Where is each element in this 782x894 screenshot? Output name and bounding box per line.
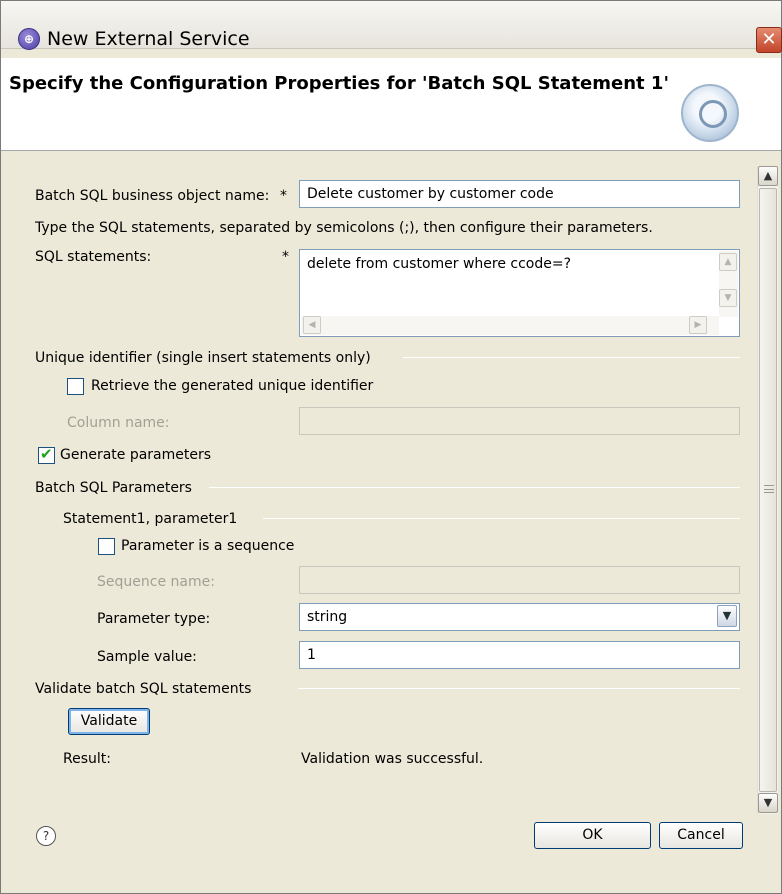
wizard-banner: Specify the Configuration Properties for…	[1, 58, 781, 151]
scroll-left-arrow-icon[interactable]: ◀	[303, 316, 321, 334]
generate-parameters-label: Generate parameters	[60, 447, 212, 463]
column-name-field[interactable]	[299, 407, 740, 435]
parameter-sequence-checkbox[interactable]	[98, 538, 115, 555]
statement-parameter-group: Statement1, parameter1	[63, 511, 238, 527]
sequence-name-field[interactable]	[299, 566, 740, 594]
sample-value-label: Sample value:	[97, 649, 197, 665]
instructions-text: Type the SQL statements, separated by se…	[35, 220, 653, 236]
check-icon: ✔	[40, 445, 53, 463]
page-title: Specify the Configuration Properties for…	[9, 73, 669, 94]
parameter-sequence-label: Parameter is a sequence	[121, 538, 295, 554]
title-bar[interactable]: ⊕ New External Service	[1, 1, 781, 50]
sample-value-field[interactable]: 1	[299, 641, 740, 669]
group-divider	[403, 357, 740, 358]
wizard-banner-icon	[681, 84, 739, 142]
sequence-name-label: Sequence name:	[97, 574, 215, 590]
generate-parameters-checkbox[interactable]: ✔	[38, 445, 55, 464]
column-name-label: Column name:	[67, 415, 170, 431]
retrieve-identifier-checkbox[interactable]	[67, 378, 84, 395]
parameter-type-label: Parameter type:	[97, 611, 211, 627]
window-title: New External Service	[47, 28, 250, 50]
required-star: *	[280, 188, 287, 204]
cancel-button[interactable]: Cancel	[659, 822, 743, 849]
sql-statements-label: SQL statements:	[35, 249, 152, 265]
result-label: Result:	[63, 751, 111, 767]
service-icon: ⊕	[18, 28, 40, 50]
group-divider	[298, 688, 740, 689]
scroll-right-arrow-icon[interactable]: ▶	[689, 316, 707, 334]
parameter-type-select[interactable]: string	[299, 603, 740, 631]
textarea-vertical-scrollbar[interactable]: ▲ ▼	[719, 251, 738, 317]
validate-group: Validate batch SQL statements	[35, 681, 252, 697]
sql-statements-field[interactable]: delete from customer where ccode=? ▲ ▼ ◀…	[299, 249, 740, 337]
scroll-down-arrow-icon[interactable]: ▼	[719, 289, 737, 307]
ok-button[interactable]: OK	[534, 822, 651, 849]
required-star: *	[282, 249, 289, 265]
bo-name-field[interactable]: Delete customer by customer code	[299, 180, 740, 208]
result-value: Validation was successful.	[301, 751, 484, 767]
scroll-up-arrow-icon[interactable]: ▲	[719, 253, 737, 271]
retrieve-identifier-label: Retrieve the generated unique identifier	[91, 378, 374, 394]
unique-identifier-group: Unique identifier (single insert stateme…	[35, 350, 371, 366]
close-icon[interactable]: ✕	[756, 27, 782, 53]
chevron-down-icon[interactable]: ▼	[717, 605, 737, 627]
group-divider	[263, 518, 740, 519]
dialog-window: ⊕ New External Service ✕ Specify the Con…	[0, 0, 782, 894]
help-icon[interactable]: ?	[36, 826, 56, 846]
bo-name-label: Batch SQL business object name:	[35, 188, 270, 204]
form-scrollbar[interactable]: ▲ ▼	[757, 166, 778, 814]
textarea-horizontal-scrollbar[interactable]: ◀ ▶	[301, 316, 719, 335]
scroll-up-arrow-icon[interactable]: ▲	[758, 166, 778, 186]
group-divider	[209, 487, 740, 488]
scrollbar-thumb[interactable]	[759, 188, 777, 792]
validate-button[interactable]: Validate	[68, 708, 150, 735]
sql-statements-text: delete from customer where ccode=?	[307, 256, 572, 272]
scroll-down-arrow-icon[interactable]: ▼	[758, 793, 778, 813]
batch-sql-parameters-group: Batch SQL Parameters	[35, 480, 192, 496]
